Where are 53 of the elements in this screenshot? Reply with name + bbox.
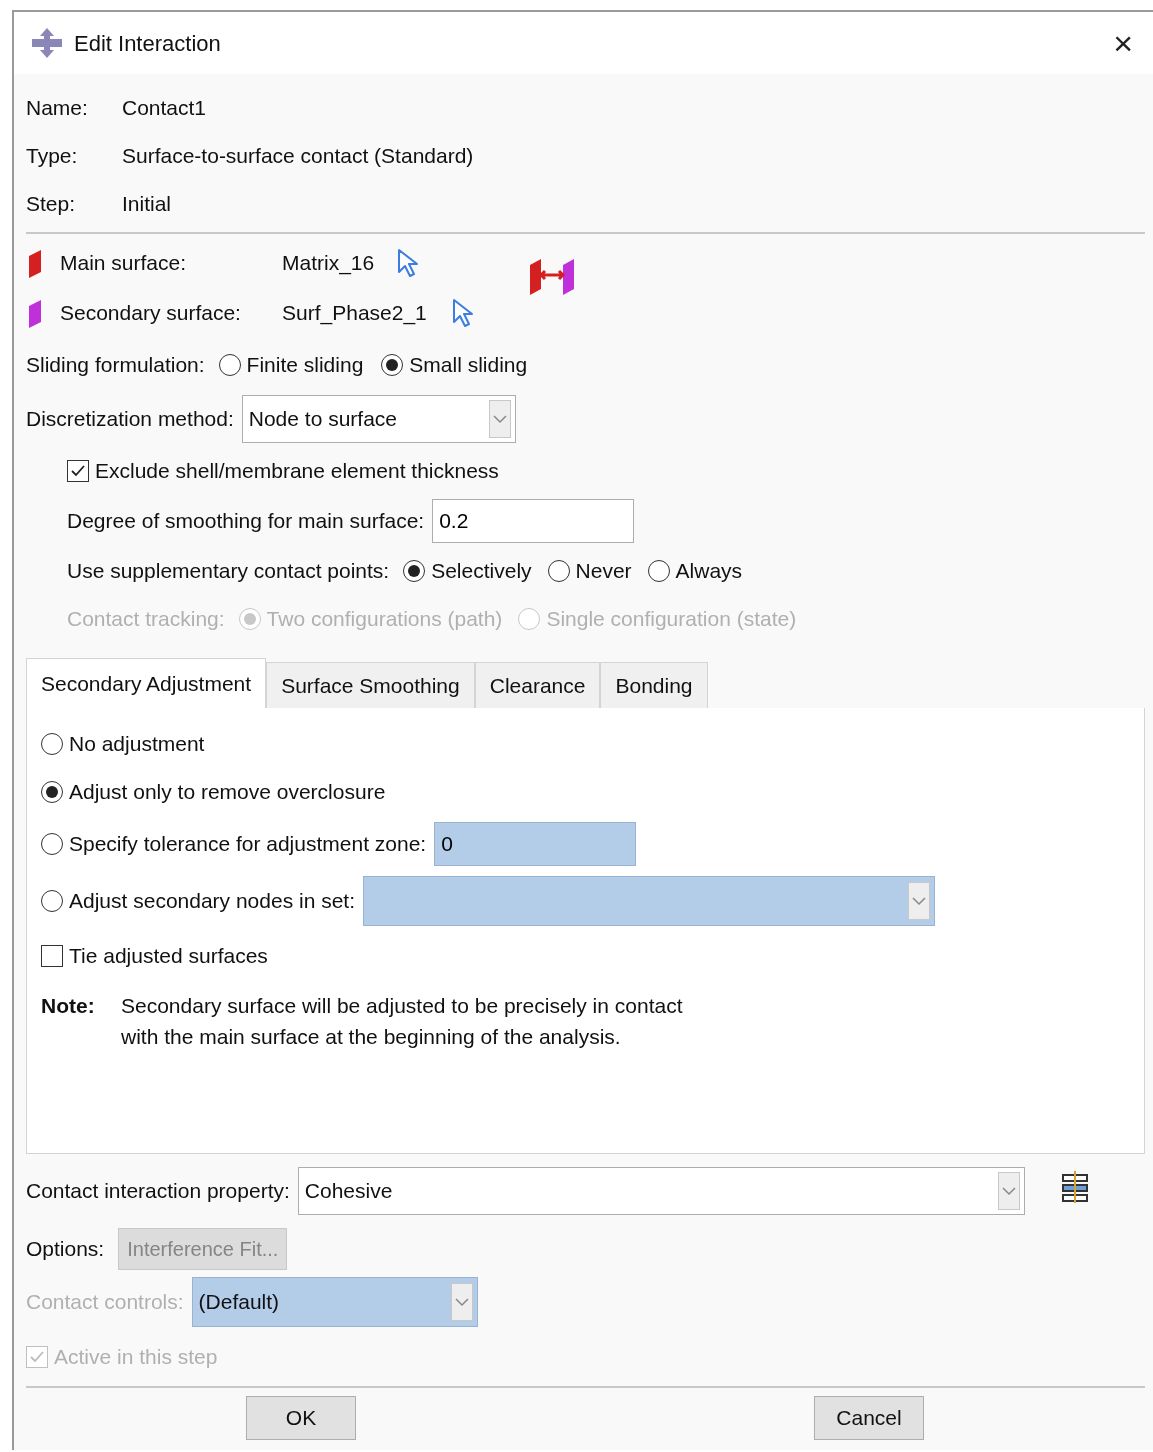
field-label: Secondary surface: <box>60 300 242 327</box>
note-label: Note: <box>41 993 96 1019</box>
field-label: Contact controls: <box>26 1289 184 1316</box>
field-label: Sliding formulation: <box>26 352 205 379</box>
input-field[interactable]: 0.2 <box>432 499 635 543</box>
radio-button[interactable]: Always <box>647 555 743 587</box>
field-value: Initial <box>122 191 172 218</box>
field-label: Options: <box>26 1236 105 1263</box>
tab[interactable]: Surface Smoothing <box>266 662 475 708</box>
dialog-button[interactable]: Cancel <box>814 1396 924 1440</box>
radio-button[interactable]: Specify tolerance for adjustment zone: <box>41 828 427 860</box>
checkbox[interactable]: Tie adjusted surfaces <box>41 940 268 972</box>
field-label: Contact interaction property: <box>26 1178 290 1205</box>
field-label: Use supplementary contact points: <box>67 558 390 585</box>
radio-button[interactable]: Adjust secondary nodes in set: <box>41 885 355 917</box>
checkbox[interactable]: Exclude shell/membrane element thickness <box>67 455 499 487</box>
radio-button[interactable]: Finite sliding <box>218 349 364 381</box>
caret-icon[interactable] <box>912 896 926 906</box>
caret-icon[interactable] <box>1001 1186 1016 1196</box>
radio-button[interactable]: No adjustment <box>41 728 205 760</box>
radio-button[interactable]: Small sliding <box>381 349 528 381</box>
field-value: Matrix_16 <box>282 250 375 277</box>
caret-icon[interactable] <box>454 1297 469 1307</box>
tab[interactable]: Bonding <box>600 662 708 708</box>
window-title: Edit Interaction <box>74 29 222 58</box>
field-label: Name: <box>26 95 89 122</box>
input-field[interactable]: 0 <box>434 822 637 866</box>
pointer-icon[interactable] <box>450 298 475 328</box>
field-value: Surf_Phase2_1 <box>282 300 427 327</box>
field-label: Discretization method: <box>26 406 234 433</box>
field-label: Type: <box>26 143 79 170</box>
field-value: Surface-to-surface contact (Standard) <box>122 143 474 170</box>
dropdown[interactable]: Node to surface <box>241 395 516 443</box>
surface-icon <box>26 248 44 278</box>
close-button[interactable]: × <box>1107 26 1139 60</box>
radio-button[interactable]: Never <box>547 555 632 587</box>
dropdown[interactable]: Cohesive <box>297 1167 1025 1215</box>
note-text: Secondary surface will be adjusted to be precisely in contact with the main surface at the beginning of the analysis. <box>121 993 683 1050</box>
field-label: Contact tracking: <box>67 606 225 633</box>
tab[interactable]: Secondary Adjustment <box>26 658 267 708</box>
radio-button[interactable]: Selectively <box>403 555 532 587</box>
radio-button[interactable]: Adjust only to remove overclosure <box>41 776 386 808</box>
dialog-button[interactable]: OK <box>246 1396 356 1440</box>
field-value: Contact1 <box>122 95 207 122</box>
surface-icon <box>26 298 44 328</box>
tab[interactable]: Clearance <box>474 662 601 708</box>
dropdown[interactable] <box>363 876 935 926</box>
pointer-icon[interactable] <box>396 248 421 278</box>
app-icon <box>30 26 64 60</box>
field-label: Main surface: <box>60 250 188 277</box>
field-label: Degree of smoothing for main surface: <box>67 508 425 535</box>
field-label: Step: <box>26 191 77 218</box>
caret-icon[interactable] <box>492 414 507 424</box>
